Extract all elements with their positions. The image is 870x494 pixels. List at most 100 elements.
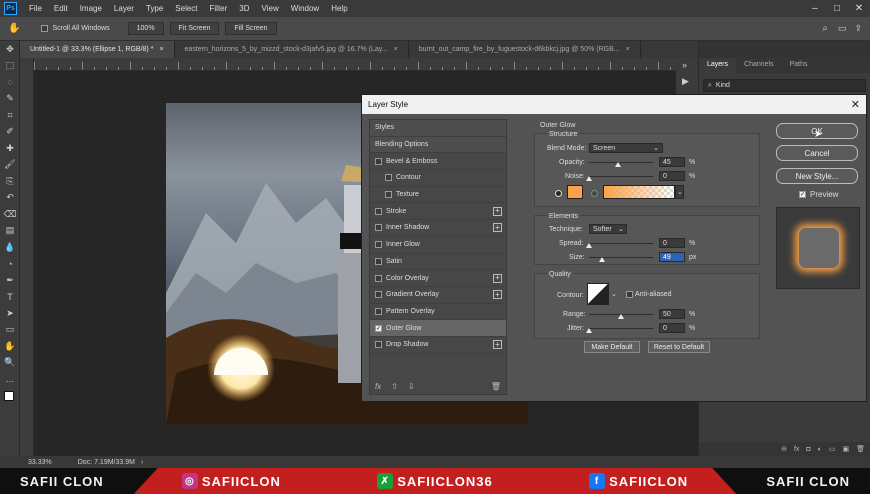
size-slider-thumb[interactable] [598,257,605,262]
style-item-blending-options[interactable]: Blending Options [370,136,506,154]
more-tool-icon[interactable]: … [0,371,20,388]
blur-tool-icon[interactable]: 💧 [0,239,20,256]
menu-edit[interactable]: Edit [48,4,74,13]
style-checkbox[interactable] [375,157,382,165]
opacity-input[interactable]: 45 [659,157,685,167]
technique-select[interactable]: Softer ⌄ [589,224,627,234]
style-item-outer-glow[interactable]: ✓ Outer Glow [370,320,506,337]
add-effect-icon[interactable]: + [493,340,502,350]
make-default-button[interactable]: Make Default [584,341,640,353]
hand-tool-icon[interactable]: ✋ [0,338,20,355]
share-icon[interactable]: ⇪ [854,23,862,34]
link-layers-icon[interactable]: ⊖ [781,445,787,453]
style-item-texture[interactable]: Texture [370,187,506,204]
spread-input[interactable]: 0 [659,238,685,248]
path-select-tool-icon[interactable]: ➤ [0,305,20,322]
dialog-title-bar[interactable]: Layer Style ✕ [362,95,866,114]
anti-aliased-checkbox[interactable] [626,291,633,298]
search-icon[interactable]: ⌕ [822,23,828,34]
healing-tool-icon[interactable]: ✚ [0,140,20,157]
zoom-100-button[interactable]: 100% [127,22,164,35]
cancel-button[interactable]: Cancel [776,145,858,161]
style-item-gradient-overlay[interactable]: Gradient Overlay + [370,287,506,304]
gradient-dropdown[interactable]: ⌄ [675,185,684,199]
quick-select-tool-icon[interactable]: ✎ [0,91,20,108]
fx-icon[interactable]: fx [794,446,799,453]
style-checkbox[interactable] [375,224,382,232]
style-checkbox[interactable]: ✓ [375,324,382,332]
add-effect-icon[interactable]: + [493,290,502,300]
stamp-tool-icon[interactable]: ⎘ [0,173,20,190]
style-item-styles[interactable]: Styles [370,120,506,137]
style-item-satin[interactable]: Satin [370,254,506,271]
style-checkbox[interactable] [375,341,382,349]
style-item-color-overlay[interactable]: Color Overlay + [370,270,506,287]
size-input[interactable]: 49 [659,252,685,262]
range-input[interactable]: 50 [659,309,685,319]
maximize-button[interactable]: □ [826,0,848,17]
document-tab[interactable]: eastern_horizons_5_by_mizzd_stock-d3jafv… [175,41,409,58]
eraser-tool-icon[interactable]: ⌫ [0,206,20,223]
shape-tool-icon[interactable]: ▭ [0,322,20,339]
style-checkbox[interactable] [375,274,382,282]
status-arrow-icon[interactable]: › [141,459,143,466]
add-effect-icon[interactable]: + [493,223,502,233]
jitter-slider-track[interactable] [589,328,653,329]
style-item-pattern-overlay[interactable]: Pattern Overlay [370,304,506,321]
style-item-drop-shadow[interactable]: Drop Shadow + [370,337,506,354]
delete-effect-icon[interactable]: 🗑 [491,382,501,391]
close-icon[interactable]: ✕ [851,98,860,111]
fill-screen-button[interactable]: Fill Screen [225,22,277,35]
foreground-color-swatch[interactable] [4,390,14,401]
spread-slider-track[interactable] [589,243,653,244]
noise-slider-track[interactable] [589,176,653,177]
noise-slider-thumb[interactable] [586,176,592,181]
collapse-icon[interactable]: » [676,58,698,72]
glow-gradient-picker[interactable] [603,185,675,199]
jitter-slider-thumb[interactable] [586,328,592,333]
menu-type[interactable]: Type [140,4,169,13]
style-checkbox[interactable] [375,207,382,215]
menu-window[interactable]: Window [285,4,325,13]
noise-input[interactable]: 0 [659,171,685,181]
panel-tab-layers[interactable]: Layers [699,58,737,73]
contour-picker[interactable] [587,283,609,305]
document-tab[interactable]: Untitled-1 @ 33.3% (Ellipse 1, RGB/8) * … [20,41,175,58]
type-tool-icon[interactable]: T [0,289,20,306]
menu-image[interactable]: Image [74,4,108,13]
add-effect-icon[interactable]: + [493,206,502,216]
spread-slider-thumb[interactable] [586,243,592,248]
fx-button[interactable]: fx [375,382,381,391]
panel-tab-paths[interactable]: Paths [782,58,816,73]
style-checkbox[interactable] [375,291,382,299]
history-brush-tool-icon[interactable]: ↶ [0,190,20,207]
style-item-inner-glow[interactable]: Inner Glow [370,237,506,254]
marquee-tool-icon[interactable]: ⬚ [0,58,20,75]
style-checkbox[interactable] [375,307,382,315]
jitter-input[interactable]: 0 [659,323,685,333]
style-checkbox[interactable] [385,174,392,182]
preview-checkbox[interactable]: ✓ [799,191,806,198]
style-item-stroke[interactable]: Stroke + [370,203,506,221]
play-icon[interactable]: ▶ [676,72,698,91]
menu-filter[interactable]: Filter [204,4,234,13]
move-tool-icon[interactable]: ✥ [0,41,20,58]
move-up-icon[interactable]: ⇧ [391,382,398,391]
adjustment-icon[interactable]: ◐ [818,446,822,453]
minimize-button[interactable]: – [804,0,826,17]
group-icon[interactable]: ▭ [829,445,836,453]
menu-view[interactable]: View [256,4,285,13]
blend-mode-select[interactable]: Screen ⌄ [589,143,663,153]
zoom-tool-icon[interactable]: 🔍 [0,355,20,372]
menu-help[interactable]: Help [325,4,353,13]
close-tab-icon[interactable]: × [159,46,163,53]
style-checkbox[interactable] [375,241,382,249]
crop-tool-icon[interactable]: ⌗ [0,107,20,124]
style-item-contour[interactable]: Contour [370,170,506,187]
workspace-icon[interactable]: ▭ [838,23,847,34]
add-effect-icon[interactable]: + [493,273,502,283]
document-tab[interactable]: burnt_out_camp_fire_by_fuguestock-d6kbkc… [409,41,641,58]
style-item-inner-shadow[interactable]: Inner Shadow + [370,220,506,237]
panel-tab-channels[interactable]: Channels [736,58,782,73]
lasso-tool-icon[interactable]: ◌ [0,74,20,91]
